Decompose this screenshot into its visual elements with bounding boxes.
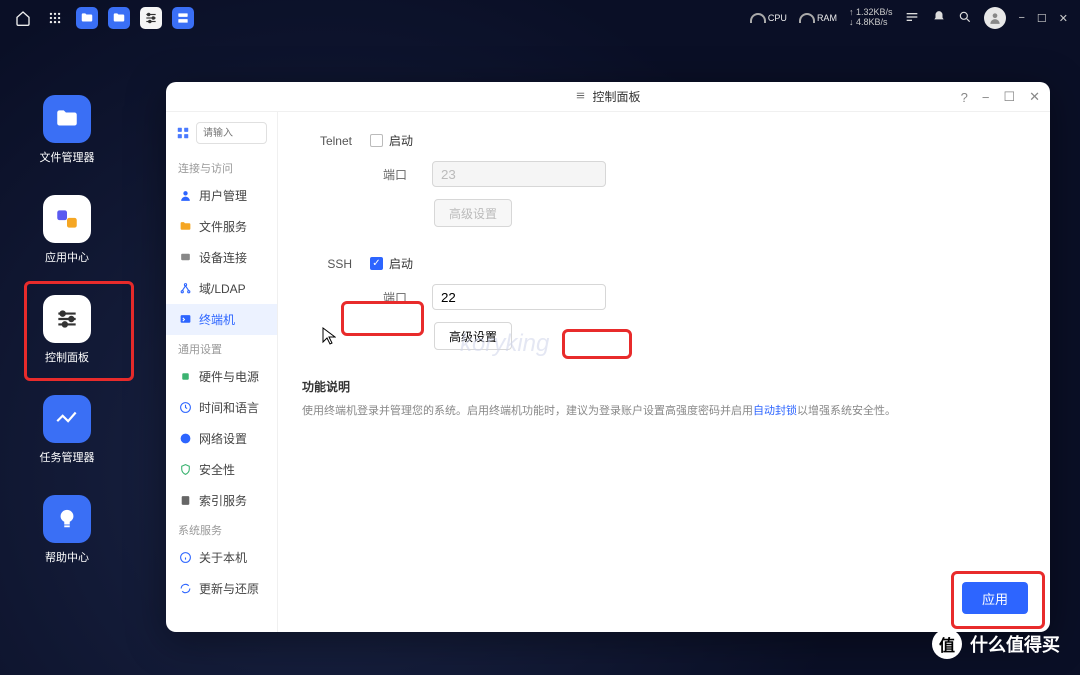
search-icon[interactable] <box>958 10 972 27</box>
ssh-enable-checkbox[interactable]: ✓ <box>370 257 383 270</box>
list-icon[interactable] <box>904 9 920 28</box>
ssh-port-input[interactable] <box>432 284 606 310</box>
device-icon <box>178 251 192 265</box>
telnet-label: Telnet <box>302 134 352 148</box>
desc-title: 功能说明 <box>302 378 1026 395</box>
control-panel-sidebar: 连接与访问 用户管理 文件服务 设备连接 域/LDAP 终端机 通用设置 硬件与… <box>166 112 278 632</box>
sidebar-item-hardware[interactable]: 硬件与电源 <box>166 361 277 392</box>
ram-gauge: RAM <box>799 13 837 23</box>
telnet-enable-text: 启动 <box>389 132 413 149</box>
telnet-advanced-button: 高级设置 <box>434 199 512 227</box>
sidebar-item-security[interactable]: 安全性 <box>166 454 277 485</box>
window-min-icon[interactable]: − <box>1018 12 1024 24</box>
sidebar-item-users[interactable]: 用户管理 <box>166 180 277 211</box>
terminal-icon <box>178 313 192 327</box>
home-icon[interactable] <box>12 7 34 29</box>
sidebar-group-system: 系统服务 <box>166 516 277 542</box>
desc-text: 使用终端机登录并管理您的系统。启用终端机功能时，建议为登录账户设置高强度密码并启… <box>302 403 1026 421</box>
folder-icon[interactable] <box>76 7 98 29</box>
desktop-help-center[interactable]: 帮助中心 <box>28 495 106 565</box>
sidebar-item-device[interactable]: 设备连接 <box>166 242 277 273</box>
net-speed: ↑ 1.32KB/s↓ 4.8KB/s <box>849 8 893 28</box>
panel-help[interactable]: ? <box>961 90 968 105</box>
cpu-gauge: CPU <box>750 13 787 23</box>
terminal-settings-content: Telnet 启动 端口 高级设置 SSH ✓ 启动 端口 高级设置 <box>278 112 1050 632</box>
sidebar-item-about[interactable]: 关于本机 <box>166 542 277 573</box>
clock-icon <box>178 401 192 415</box>
sidebar-grid-icon[interactable] <box>176 126 190 140</box>
panel-title: 控制面板 <box>592 88 640 105</box>
info-icon <box>178 551 192 565</box>
bell-icon[interactable] <box>932 10 946 27</box>
telnet-port-label: 端口 <box>370 166 420 183</box>
apply-button[interactable]: 应用 <box>962 582 1028 614</box>
server-icon[interactable] <box>172 7 194 29</box>
sidebar-item-index[interactable]: 索引服务 <box>166 485 277 516</box>
ssh-advanced-button[interactable]: 高级设置 <box>434 322 512 350</box>
sidebar-search-input[interactable] <box>196 122 267 144</box>
sidebar-item-fileservice[interactable]: 文件服务 <box>166 211 277 242</box>
folder-alt-icon[interactable] <box>108 7 130 29</box>
auto-block-link[interactable]: 自动封锁 <box>753 405 797 417</box>
desktop-control-panel[interactable]: 控制面板 <box>28 295 106 365</box>
sidebar-item-time[interactable]: 时间和语言 <box>166 392 277 423</box>
desktop-task-manager[interactable]: 任务管理器 <box>28 395 106 465</box>
desktop-app-center[interactable]: 应用中心 <box>28 195 106 265</box>
ldap-icon <box>178 282 192 296</box>
panel-max-icon[interactable]: ☐ <box>1003 89 1015 105</box>
ssh-port-label: 端口 <box>370 289 420 306</box>
sidebar-item-network[interactable]: 网络设置 <box>166 423 277 454</box>
sidebar-group-general: 通用设置 <box>166 335 277 361</box>
panel-min-icon[interactable]: − <box>982 90 990 105</box>
ssh-label: SSH <box>302 257 352 271</box>
index-icon <box>178 494 192 508</box>
desktop-file-manager[interactable]: 文件管理器 <box>28 95 106 165</box>
window-close-icon[interactable]: ✕ <box>1059 12 1068 25</box>
badge-circle-icon: 值 <box>932 629 962 659</box>
sidebar-item-update[interactable]: 更新与还原 <box>166 573 277 604</box>
sidebar-item-terminal[interactable]: 终端机 <box>166 304 277 335</box>
shield-icon <box>178 463 192 477</box>
sliders-icon[interactable] <box>140 7 162 29</box>
network-icon <box>178 432 192 446</box>
panel-close-icon[interactable]: ✕ <box>1029 89 1040 105</box>
telnet-port-input <box>432 161 606 187</box>
apps-grid-icon[interactable] <box>44 7 66 29</box>
folder-icon <box>178 220 192 234</box>
ssh-enable-text: 启动 <box>389 255 413 272</box>
sidebar-item-ldap[interactable]: 域/LDAP <box>166 273 277 304</box>
window-max-icon[interactable]: ☐ <box>1037 12 1047 25</box>
user-icon <box>178 189 192 203</box>
refresh-icon <box>178 582 192 596</box>
panel-title-icon <box>575 90 586 104</box>
sidebar-group-conn: 连接与访问 <box>166 154 277 180</box>
telnet-enable-checkbox[interactable] <box>370 134 383 147</box>
control-panel-window: 控制面板 ? − ☐ ✕ 连接与访问 用户管理 文件服务 设备连接 域/LDAP… <box>166 82 1050 632</box>
chip-icon <box>178 370 192 384</box>
avatar[interactable] <box>984 7 1006 29</box>
site-badge: 值 什么值得买 <box>932 629 1060 659</box>
